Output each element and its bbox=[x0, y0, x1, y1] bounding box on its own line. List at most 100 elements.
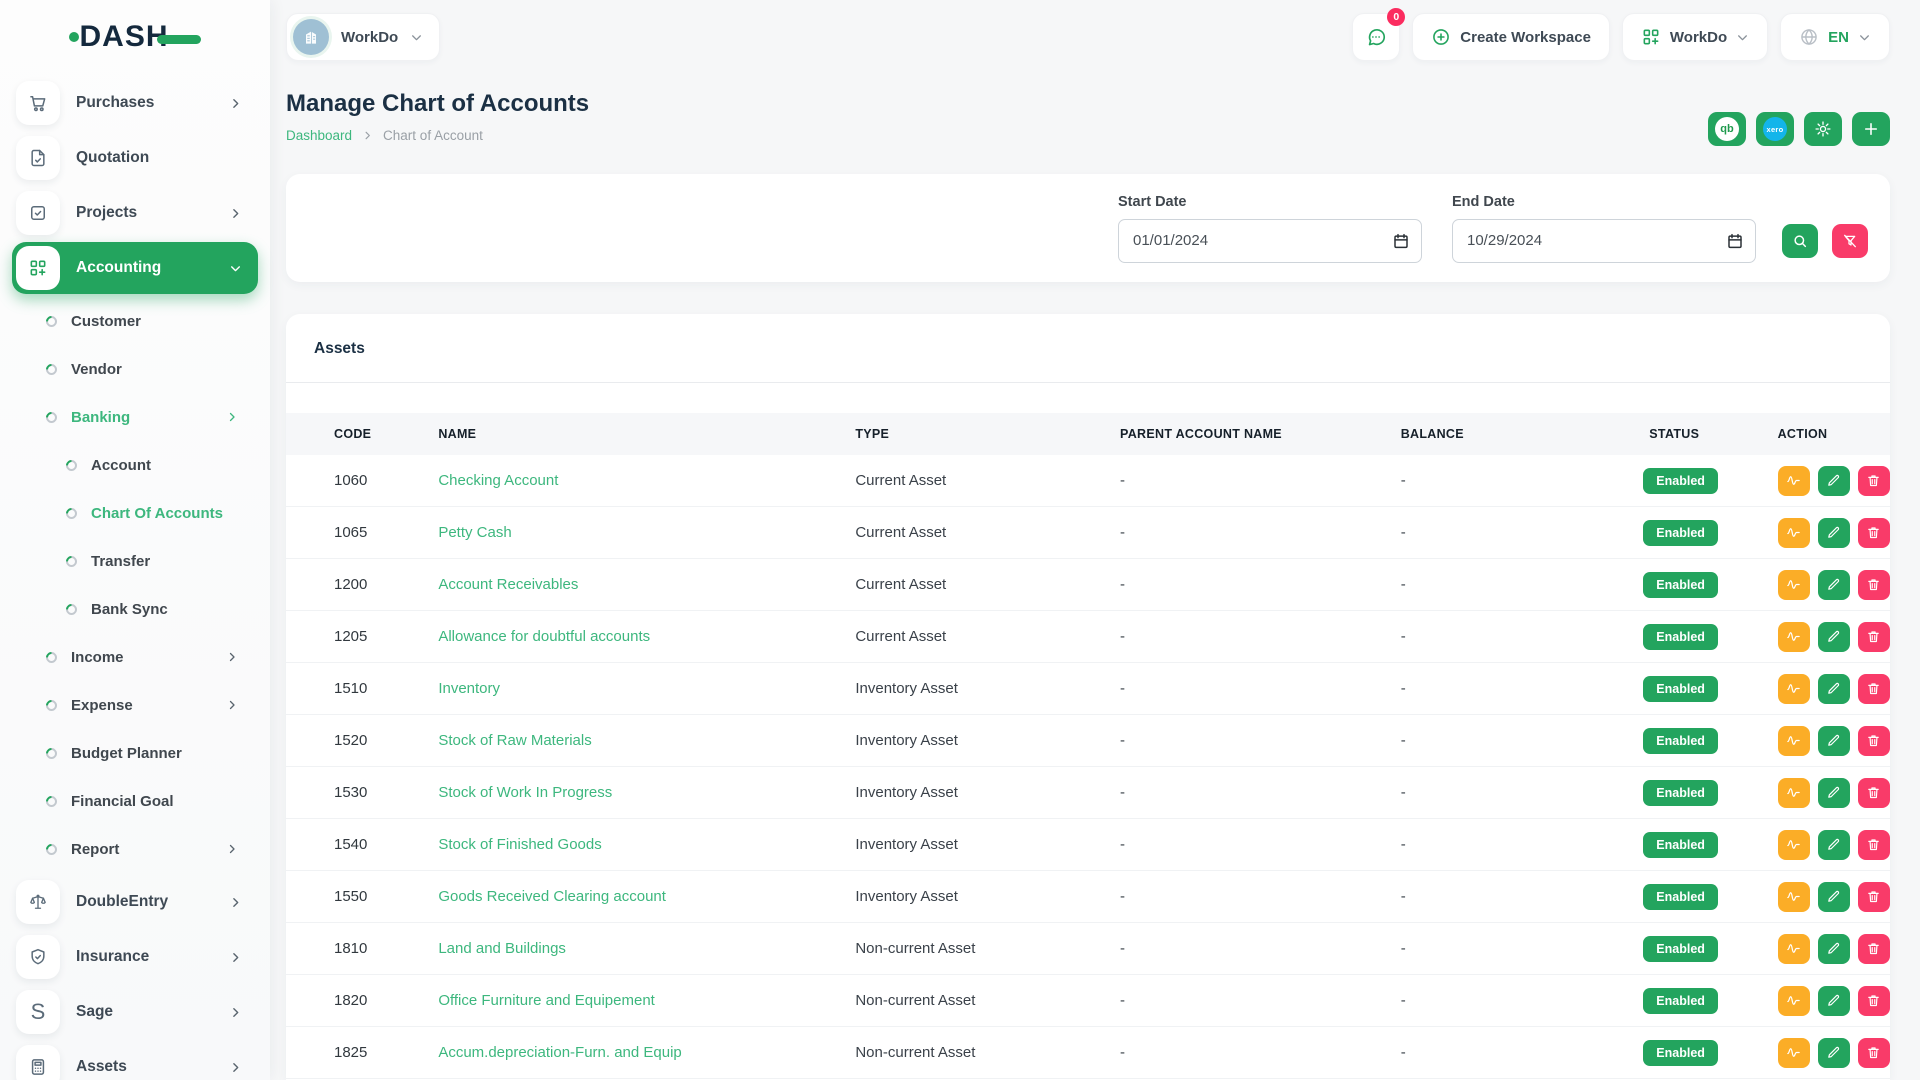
globe-icon bbox=[1799, 27, 1819, 47]
transactions-button[interactable] bbox=[1778, 882, 1810, 912]
account-name-link[interactable]: Inventory bbox=[438, 680, 500, 697]
reset-filter-button[interactable] bbox=[1832, 224, 1868, 258]
status-badge: Enabled bbox=[1643, 832, 1718, 858]
pencil-icon bbox=[1826, 733, 1841, 748]
transactions-button[interactable] bbox=[1778, 622, 1810, 652]
edit-button[interactable] bbox=[1818, 674, 1850, 704]
sidebar-subitem[interactable]: Financial Goal bbox=[12, 777, 258, 825]
sidebar-subitem[interactable]: Customer bbox=[12, 297, 258, 345]
start-date-input[interactable] bbox=[1118, 219, 1422, 263]
sidebar-subitem[interactable]: Budget Planner bbox=[12, 729, 258, 777]
sidebar-subitem[interactable]: Account bbox=[12, 441, 258, 489]
delete-button[interactable] bbox=[1858, 726, 1890, 756]
account-balance: - bbox=[1377, 836, 1626, 853]
create-workspace-button[interactable]: Create Workspace bbox=[1412, 13, 1610, 61]
account-name-link[interactable]: Stock of Raw Materials bbox=[438, 732, 591, 749]
xero-button[interactable]: xero bbox=[1756, 112, 1794, 146]
settings-button[interactable] bbox=[1804, 112, 1842, 146]
edit-button[interactable] bbox=[1818, 570, 1850, 600]
accounting-icon bbox=[16, 246, 60, 290]
account-name-link[interactable]: Land and Buildings bbox=[438, 940, 566, 957]
edit-button[interactable] bbox=[1818, 622, 1850, 652]
edit-button[interactable] bbox=[1818, 882, 1850, 912]
edit-button[interactable] bbox=[1818, 518, 1850, 548]
edit-button[interactable] bbox=[1818, 466, 1850, 496]
sidebar-item-icon bbox=[16, 81, 60, 125]
sidebar-subitem-label: Vendor bbox=[71, 361, 122, 378]
delete-button[interactable] bbox=[1858, 622, 1890, 652]
delete-button[interactable] bbox=[1858, 674, 1890, 704]
sidebar-subitem[interactable]: Chart Of Accounts bbox=[12, 489, 258, 537]
search-button[interactable] bbox=[1782, 224, 1818, 258]
transactions-button[interactable] bbox=[1778, 1038, 1810, 1068]
account-name-link[interactable]: Account Receivables bbox=[438, 576, 578, 593]
delete-button[interactable] bbox=[1858, 830, 1890, 860]
sidebar-item[interactable]: Quotation bbox=[12, 132, 258, 184]
edit-button[interactable] bbox=[1818, 726, 1850, 756]
delete-button[interactable] bbox=[1858, 570, 1890, 600]
transactions-button[interactable] bbox=[1778, 934, 1810, 964]
delete-button[interactable] bbox=[1858, 882, 1890, 912]
workdo-dropdown[interactable]: WorkDo bbox=[1622, 13, 1768, 61]
account-name-link[interactable]: Office Furniture and Equipement bbox=[438, 992, 655, 1009]
delete-button[interactable] bbox=[1858, 934, 1890, 964]
sidebar-item[interactable]: Purchases bbox=[12, 77, 258, 129]
sidebar-subitem[interactable]: Income bbox=[12, 633, 258, 681]
delete-button[interactable] bbox=[1858, 466, 1890, 496]
sidebar-subitem[interactable]: Report bbox=[12, 825, 258, 873]
account-name-link[interactable]: Goods Received Clearing account bbox=[438, 888, 666, 905]
sidebar-subitem-label: Report bbox=[71, 841, 119, 858]
delete-button[interactable] bbox=[1858, 518, 1890, 548]
edit-button[interactable] bbox=[1818, 934, 1850, 964]
transactions-button[interactable] bbox=[1778, 570, 1810, 600]
delete-button[interactable] bbox=[1858, 778, 1890, 808]
add-account-button[interactable] bbox=[1852, 112, 1890, 146]
language-dropdown[interactable]: EN bbox=[1780, 13, 1890, 61]
sidebar-item[interactable]: Assets bbox=[12, 1041, 258, 1080]
transactions-button[interactable] bbox=[1778, 466, 1810, 496]
end-date-input[interactable] bbox=[1452, 219, 1756, 263]
edit-button[interactable] bbox=[1818, 830, 1850, 860]
transactions-button[interactable] bbox=[1778, 986, 1810, 1016]
messages-button[interactable]: 0 bbox=[1352, 13, 1400, 61]
calendar-icon[interactable] bbox=[1392, 232, 1410, 250]
edit-button[interactable] bbox=[1818, 986, 1850, 1016]
account-name-link[interactable]: Stock of Finished Goods bbox=[438, 836, 601, 853]
sidebar-item-icon bbox=[16, 935, 60, 979]
edit-button[interactable] bbox=[1818, 778, 1850, 808]
dash-logo[interactable]: DASH bbox=[12, 0, 258, 74]
transactions-button[interactable] bbox=[1778, 674, 1810, 704]
quickbooks-button[interactable]: qb bbox=[1708, 112, 1746, 146]
sidebar-subitem[interactable]: Vendor bbox=[12, 345, 258, 393]
accounts-card: Assets CODE NAME TYPE PARENT ACCOUNT NAM… bbox=[286, 314, 1890, 1080]
calendar-icon[interactable] bbox=[1726, 232, 1744, 250]
sidebar-subitem[interactable]: Bank Sync bbox=[12, 585, 258, 633]
sidebar-item[interactable]: Projects bbox=[12, 187, 258, 239]
workdo-dropdown-label: WorkDo bbox=[1670, 29, 1727, 46]
breadcrumb-dashboard-link[interactable]: Dashboard bbox=[286, 128, 352, 143]
transactions-button[interactable] bbox=[1778, 518, 1810, 548]
transactions-button[interactable] bbox=[1778, 726, 1810, 756]
transactions-button[interactable] bbox=[1778, 778, 1810, 808]
sidebar-subitem[interactable]: Transfer bbox=[12, 537, 258, 585]
pencil-icon bbox=[1826, 577, 1841, 592]
sidebar-item[interactable]: S Sage bbox=[12, 986, 258, 1038]
account-code: 1200 bbox=[286, 576, 414, 593]
account-name-link[interactable]: Allowance for doubtful accounts bbox=[438, 628, 650, 645]
account-name-link[interactable]: Checking Account bbox=[438, 472, 558, 489]
sidebar-item[interactable]: Insurance bbox=[12, 931, 258, 983]
account-name-link[interactable]: Stock of Work In Progress bbox=[438, 784, 612, 801]
sidebar-item-accounting[interactable]: Accounting bbox=[12, 242, 258, 294]
sidebar-item[interactable]: DoubleEntry bbox=[12, 876, 258, 928]
delete-button[interactable] bbox=[1858, 1038, 1890, 1068]
transactions-button[interactable] bbox=[1778, 830, 1810, 860]
account-name-link[interactable]: Accum.depreciation-Furn. and Equip bbox=[438, 1044, 681, 1061]
chevron-down-icon bbox=[229, 262, 242, 275]
sidebar-subitem[interactable]: Expense bbox=[12, 681, 258, 729]
workspace-selector[interactable]: WorkDo bbox=[286, 13, 440, 61]
account-name-link[interactable]: Petty Cash bbox=[438, 524, 511, 541]
table-row: 1530 Stock of Work In Progress Inventory… bbox=[286, 767, 1890, 819]
delete-button[interactable] bbox=[1858, 986, 1890, 1016]
sidebar-subitem[interactable]: Banking bbox=[12, 393, 258, 441]
edit-button[interactable] bbox=[1818, 1038, 1850, 1068]
